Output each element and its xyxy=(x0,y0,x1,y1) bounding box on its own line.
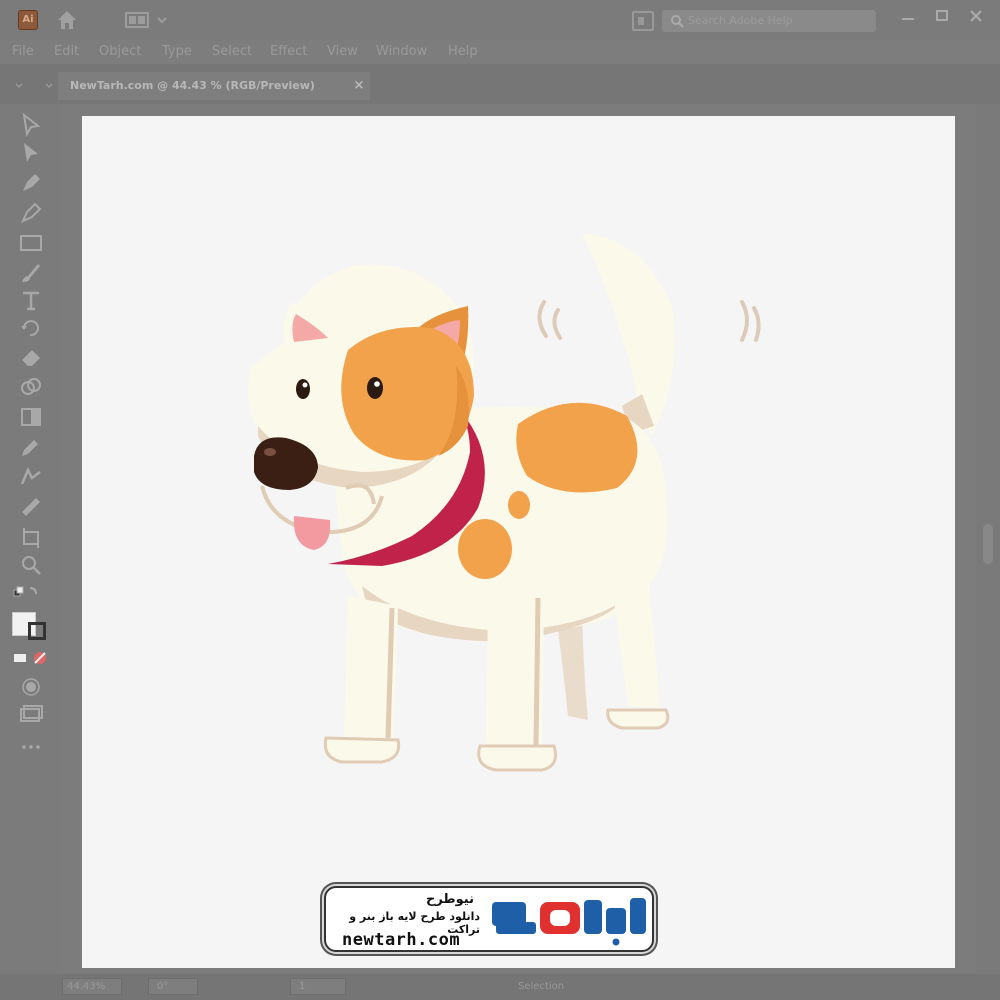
color-mode-icon[interactable] xyxy=(12,650,46,676)
belly-spot xyxy=(458,519,512,579)
rotate-tool-icon[interactable] xyxy=(18,316,44,342)
eyedropper-tool-icon[interactable] xyxy=(18,434,44,460)
menu-help[interactable]: Help xyxy=(448,44,478,59)
search-placeholder: Search Adobe Help xyxy=(688,14,793,27)
scrollbar-thumb[interactable] xyxy=(983,524,993,564)
tab-document[interactable]: NewTarh.com @ 44.43 % (RGB/Preview) × xyxy=(58,72,370,100)
home-icon[interactable] xyxy=(55,8,79,32)
search-icon xyxy=(670,14,684,36)
brush-tool-icon[interactable] xyxy=(18,260,44,286)
menu-window[interactable]: Window xyxy=(376,44,427,59)
status-bar: 44.43% 0° 1 Selection xyxy=(0,974,1000,1000)
type-tool-icon[interactable] xyxy=(18,288,44,314)
newtarh-watermark: نیوطرح دانلود طرح لایه باز بنر و تراکت n… xyxy=(324,886,654,952)
zoom-tool-icon[interactable] xyxy=(18,552,44,578)
menu-effect[interactable]: Effect xyxy=(270,44,307,59)
newtarh-logo-icon xyxy=(492,898,646,946)
rotation-value: 0° xyxy=(157,981,169,992)
dog-illustration[interactable] xyxy=(82,116,955,968)
default-colors-icon[interactable] xyxy=(12,582,38,608)
back-leg xyxy=(612,576,660,708)
artboard-tool-icon[interactable] xyxy=(18,524,44,550)
maximize-icon[interactable] xyxy=(932,6,952,26)
selection-tool-icon[interactable] xyxy=(18,140,44,166)
screen-mode-icon[interactable] xyxy=(18,702,44,728)
tools-panel xyxy=(0,104,62,974)
canvas-area[interactable] xyxy=(62,104,976,974)
eraser-tool-icon[interactable] xyxy=(18,344,44,370)
watermark-name: نیوطرح xyxy=(425,892,474,907)
artboard-navigator[interactable]: 1 xyxy=(290,978,346,995)
shape-builder-tool-icon[interactable] xyxy=(18,374,44,400)
gradient-tool-icon[interactable] xyxy=(18,404,44,430)
stroke-color-swatch[interactable] xyxy=(28,622,46,640)
close-icon[interactable] xyxy=(966,6,986,26)
slice-tool-icon[interactable] xyxy=(18,494,44,520)
more-tools-icon[interactable] xyxy=(18,734,44,760)
menu-edit[interactable]: Edit xyxy=(54,44,79,59)
rectangle-tool-icon[interactable] xyxy=(18,230,44,256)
dog-eye-right xyxy=(367,377,383,399)
illustrator-window: Ai Search Adobe Help File Edit Object Ty… xyxy=(0,0,1000,1000)
blend-tool-icon[interactable] xyxy=(18,464,44,490)
menu-view[interactable]: View xyxy=(327,44,358,59)
tab-close-icon[interactable]: × xyxy=(350,72,368,100)
artboard-number: 1 xyxy=(299,981,306,992)
direct-selection-tool-icon[interactable] xyxy=(18,112,44,138)
back-spot xyxy=(516,402,638,493)
menu-type[interactable]: Type xyxy=(162,44,192,59)
curvature-tool-icon[interactable] xyxy=(18,200,44,226)
app-logo: Ai xyxy=(18,10,38,30)
title-bar: Ai Search Adobe Help xyxy=(0,0,1000,40)
zoom-field[interactable]: 44.43% xyxy=(62,978,122,995)
zoom-value: 44.43% xyxy=(67,981,106,992)
pen-tool-icon[interactable] xyxy=(18,170,44,196)
vertical-scrollbar[interactable] xyxy=(976,104,1000,974)
current-tool-label: Selection xyxy=(518,981,565,992)
document-tab-strip: NewTarh.com @ 44.43 % (RGB/Preview) × xyxy=(0,64,1000,104)
watermark-url: newtarh.com xyxy=(342,930,461,950)
panel-grip-icon[interactable] xyxy=(14,74,54,89)
help-search-input[interactable]: Search Adobe Help xyxy=(662,10,876,32)
dog-eye-left xyxy=(296,379,310,399)
menu-bar: File Edit Object Type Select Effect View… xyxy=(0,40,1000,64)
dog-tongue xyxy=(293,516,331,550)
artboard[interactable] xyxy=(82,116,955,968)
menu-object[interactable]: Object xyxy=(99,44,141,59)
workspace-layout-button[interactable] xyxy=(125,11,169,29)
minimize-icon[interactable] xyxy=(898,6,918,26)
rotation-field[interactable]: 0° xyxy=(148,978,198,995)
menu-file[interactable]: File xyxy=(12,44,34,59)
document-tab-title: NewTarh.com @ 44.43 % (RGB/Preview) xyxy=(70,79,315,92)
arrange-documents-icon[interactable] xyxy=(632,11,654,31)
menu-select[interactable]: Select xyxy=(212,44,252,59)
draw-mode-icon[interactable] xyxy=(18,674,44,700)
small-spot xyxy=(508,491,530,519)
